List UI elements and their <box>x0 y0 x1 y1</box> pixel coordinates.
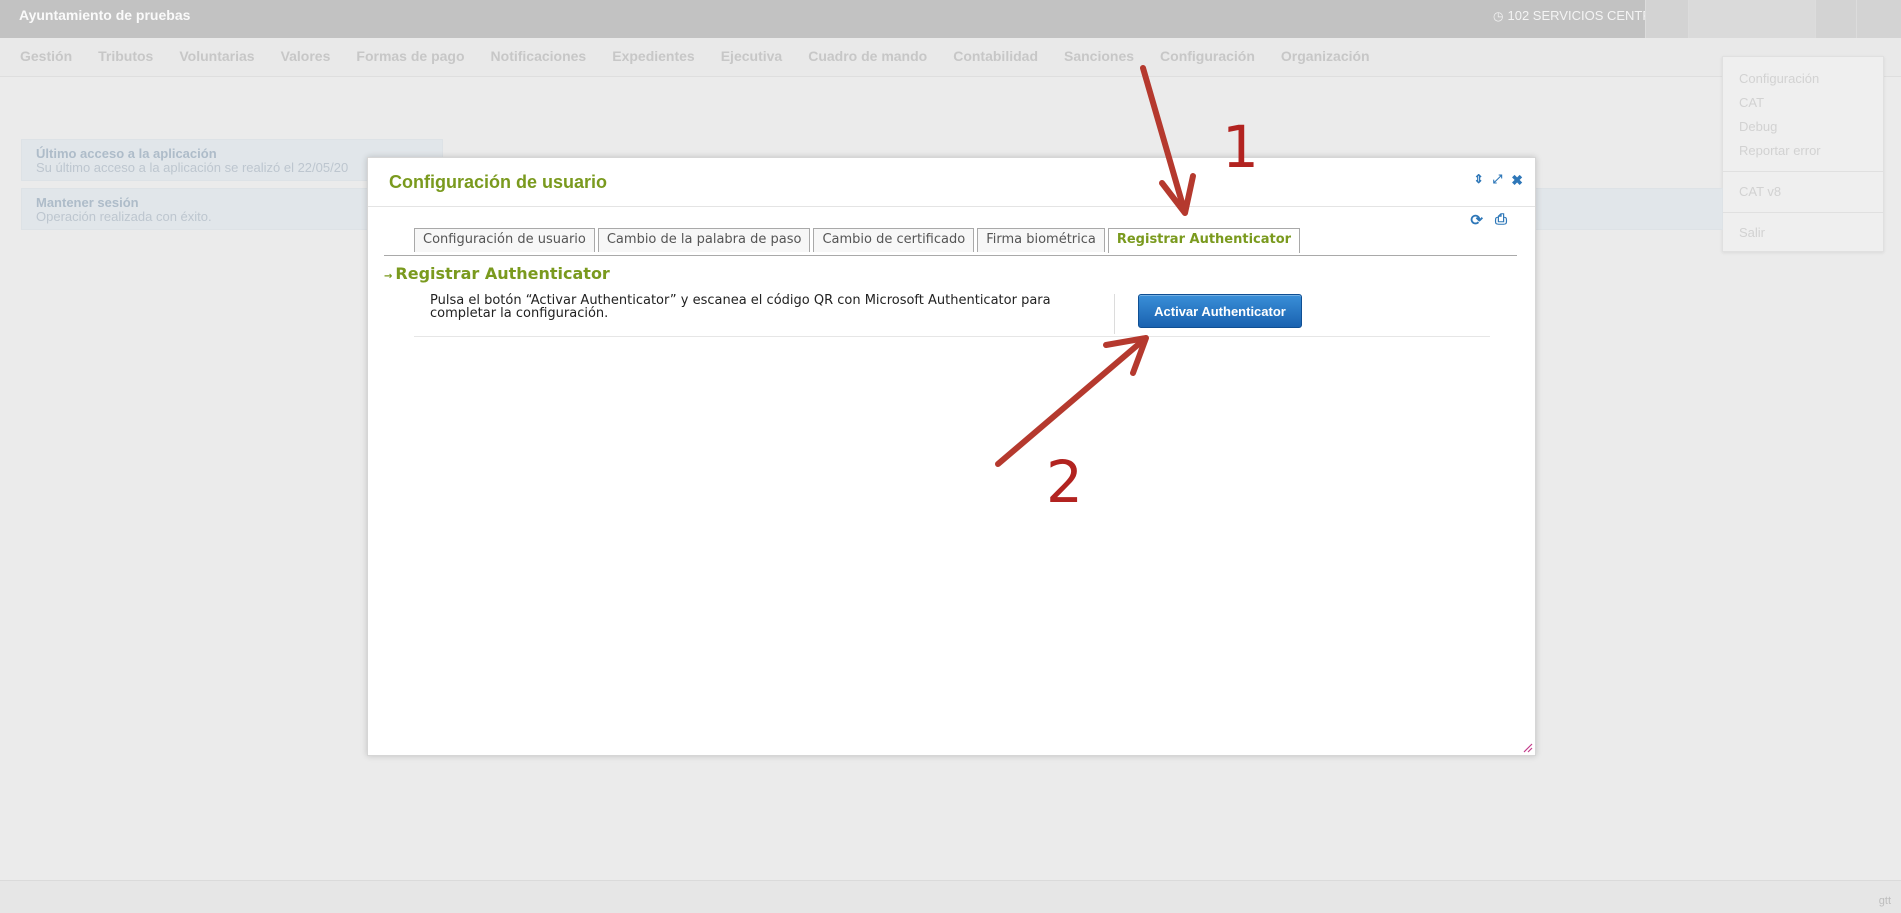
tabs-baseline <box>384 255 1517 256</box>
nav-item-ejecutiva[interactable]: Ejecutiva <box>721 38 782 74</box>
dialog-tabs: Configuración de usuario Cambio de la pa… <box>414 228 1301 253</box>
nav-item-cuadro-de-mando[interactable]: Cuadro de mando <box>808 38 927 74</box>
nav-item-contabilidad[interactable]: Contabilidad <box>953 38 1038 74</box>
keep-session-title: Mantener sesión <box>36 195 139 210</box>
nav-item-notificaciones[interactable]: Notificaciones <box>491 38 587 74</box>
tab-configuracion-de-usuario[interactable]: Configuración de usuario <box>414 228 595 252</box>
keep-session-text: Operación realizada con éxito. <box>36 209 212 224</box>
app-title: Ayuntamiento de pruebas <box>19 7 191 23</box>
resize-vertical-icon[interactable]: ⇕ <box>1474 172 1484 189</box>
section-title: → Registrar Authenticator <box>384 264 610 283</box>
header-divider <box>368 206 1535 207</box>
dropdown-item-debug[interactable]: Debug <box>1723 115 1883 139</box>
dialog-window-controls: ⇕ ⤢ ✖ <box>1474 172 1523 189</box>
tab-registrar-authenticator[interactable]: Registrar Authenticator <box>1107 228 1301 253</box>
tab-cambio-palabra-de-paso[interactable]: Cambio de la palabra de paso <box>597 228 811 252</box>
annotation-label-1: 1 <box>1222 113 1259 181</box>
nav-item-voluntarias[interactable]: Voluntarias <box>179 38 254 74</box>
nav-item-configuracion[interactable]: Configuración <box>1160 38 1255 74</box>
popout-icon[interactable]: ⤢ <box>1493 172 1503 189</box>
last-access-title: Último acceso a la aplicación <box>36 146 217 161</box>
dropdown-item-configuracion[interactable]: Configuración <box>1723 67 1883 91</box>
main-nav: Gestión Tributos Voluntarias Valores For… <box>0 38 1901 77</box>
nav-item-expedientes[interactable]: Expedientes <box>612 38 694 74</box>
last-access-text: Su último acceso a la aplicación se real… <box>36 160 349 175</box>
print-icon[interactable]: ⎙ <box>1495 211 1507 229</box>
row-divider <box>1114 294 1115 334</box>
dropdown-item-cat-v8[interactable]: CAT v8 <box>1723 180 1883 204</box>
tab-cambio-de-certificado[interactable]: Cambio de certificado <box>813 228 975 252</box>
instruction-text: Pulsa el botón “Activar Authenticator” y… <box>430 293 1051 321</box>
tab-firma-biometrica[interactable]: Firma biométrica <box>977 228 1105 252</box>
footer-brand: gtt <box>1878 895 1891 907</box>
top-bar: Ayuntamiento de pruebas ◷ 102 SERVICIOS C… <box>0 0 1901 38</box>
nav-item-formas-de-pago[interactable]: Formas de pago <box>356 38 464 74</box>
refresh-icon[interactable]: ⟳ <box>1470 211 1483 229</box>
nav-item-tributos[interactable]: Tributos <box>98 38 153 74</box>
dropdown-item-salir[interactable]: Salir <box>1723 221 1883 245</box>
nav-item-gestion[interactable]: Gestión <box>20 38 72 74</box>
nav-item-organizacion[interactable]: Organización <box>1281 38 1370 74</box>
user-config-dialog: Configuración de usuario ⇕ ⤢ ✖ ⟳ ⎙ Confi… <box>367 157 1536 756</box>
dropdown-divider <box>1723 171 1883 172</box>
footer-bar: gtt <box>0 880 1901 913</box>
dialog-toolbar: ⟳ ⎙ <box>1470 211 1507 229</box>
activate-authenticator-button[interactable]: Activar Authenticator <box>1138 294 1302 328</box>
nav-item-sanciones[interactable]: Sanciones <box>1064 38 1134 74</box>
dialog-title: Configuración de usuario <box>389 172 608 192</box>
dropdown-item-cat[interactable]: CAT <box>1723 91 1883 115</box>
nav-item-valores[interactable]: Valores <box>281 38 331 74</box>
dropdown-item-reportar-error[interactable]: Reportar error <box>1723 139 1883 163</box>
authenticator-row: Pulsa el botón “Activar Authenticator” y… <box>414 292 1490 337</box>
clock-icon: ◷ <box>1493 9 1504 23</box>
user-dropdown-menu: Configuración CAT Debug Reportar error C… <box>1722 56 1884 252</box>
arrow-right-icon: → <box>384 271 393 282</box>
resize-grip-icon[interactable] <box>1521 741 1533 753</box>
annotation-label-2: 2 <box>1046 448 1083 516</box>
dropdown-divider <box>1723 212 1883 213</box>
close-icon[interactable]: ✖ <box>1511 172 1523 189</box>
